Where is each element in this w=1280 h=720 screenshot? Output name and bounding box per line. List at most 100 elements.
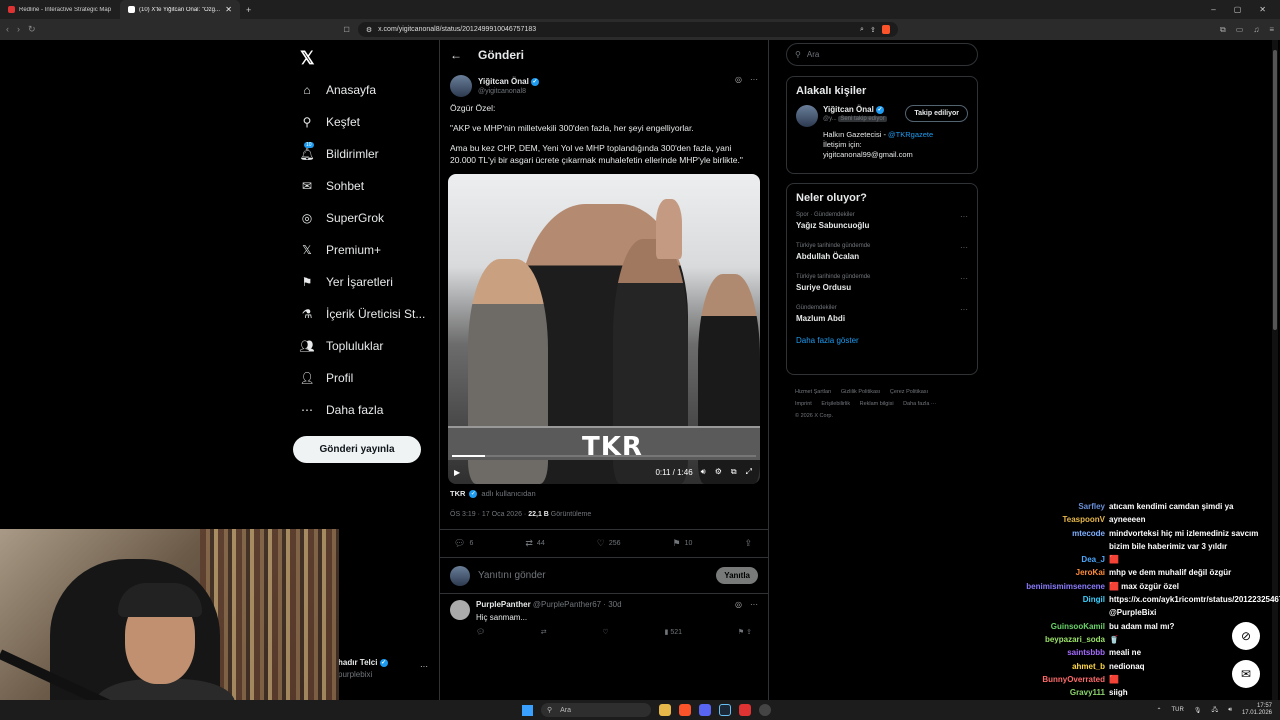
brave-shield-icon[interactable]	[881, 25, 890, 34]
post-timestamp[interactable]: ÖS 3:19 · 17 Oca 2026 ·	[450, 511, 526, 518]
nav-item-home[interactable]: ⌂ Anasayfa	[292, 74, 437, 106]
close-tab-icon[interactable]: ✕	[225, 5, 232, 14]
trend-item[interactable]: Spor · Gündemdekiler Yağız Sabuncuoğlu ·…	[796, 212, 968, 230]
extensions-icon[interactable]: ⧉	[1220, 25, 1226, 35]
zoom-icon[interactable]: ⌕	[860, 26, 864, 34]
avatar[interactable]	[450, 600, 470, 620]
browser-tab-x[interactable]: (10) X'te Yiğitcan Önal: "Özg... ✕	[120, 0, 240, 19]
nav-item-communities[interactable]: 👥︎ Topluluklar	[292, 330, 437, 362]
repost-action[interactable]: ⇄ 44	[525, 538, 544, 549]
address-bar[interactable]: ⚙ x.com/yigitcanonal8/status/20124999100…	[357, 22, 898, 37]
bookmark-action[interactable]: ⚑ 10	[673, 538, 693, 549]
brave-browser-icon[interactable]	[679, 704, 691, 716]
nav-item-more[interactable]: ⋯ Daha fazla	[292, 394, 437, 426]
chat-username[interactable]: Dea_J	[960, 553, 1105, 566]
reply-item[interactable]: PurplePanther @PurplePanther67 · 30d Hiç…	[440, 594, 768, 628]
related-name[interactable]: Yiğitcan Önal	[823, 105, 874, 114]
nav-item-profile[interactable]: 👤︎ Profil	[292, 362, 437, 394]
reply-icon[interactable]: 💬︎	[476, 628, 485, 636]
network-icon[interactable]: 🖧	[1211, 705, 1218, 715]
trend-more-icon[interactable]: ···	[960, 274, 968, 283]
chat-username[interactable]: TeaspoonV	[960, 513, 1105, 526]
nav-item-notifications[interactable]: 🔔︎ 10 Bildirimler	[292, 138, 437, 170]
reply-author-name[interactable]: PurplePanther	[476, 600, 531, 609]
taskbar-clock[interactable]: 17:57 17.01.2026	[1242, 703, 1272, 717]
chat-username[interactable]: mtecode	[960, 527, 1105, 554]
chat-username[interactable]: GuinsooKamil	[960, 620, 1105, 633]
source-user[interactable]: TKR	[450, 489, 465, 498]
wallet-icon[interactable]: ▭	[1236, 25, 1244, 35]
steam-icon[interactable]	[719, 704, 731, 716]
compass-icon[interactable]: ⊘	[1232, 622, 1260, 650]
footer-link[interactable]: Daha fazla ···	[903, 401, 936, 407]
grok-icon[interactable]: ◎	[735, 75, 742, 84]
input-language[interactable]: TUR	[1172, 707, 1184, 713]
trend-item[interactable]: Gündemdekiler Mazlum Abdi ···	[796, 305, 968, 323]
trend-item[interactable]: Türkiye tarihinde gündemde Abdullah Öcal…	[796, 243, 968, 261]
trend-more-icon[interactable]: ···	[960, 305, 968, 314]
author-name[interactable]: Yiğitcan Önal	[478, 77, 529, 86]
chat-username[interactable]: benimismimsencene	[960, 580, 1105, 593]
author-handle[interactable]: @yigitcanonal8	[478, 88, 539, 95]
x-logo-icon[interactable]: 𝕏	[300, 48, 437, 74]
trend-item[interactable]: Türkiye tarihinde gündemde Suriye Ordusu…	[796, 274, 968, 292]
back-arrow-icon[interactable]: ←	[450, 48, 462, 62]
mail-icon[interactable]: ✉	[1232, 660, 1260, 688]
bookmark-page-icon[interactable]: ☐	[344, 26, 350, 34]
windows-start-icon[interactable]	[522, 704, 533, 716]
nav-item-bookmarks[interactable]: ⚑ Yer İşaretleri	[292, 266, 437, 298]
more-icon[interactable]: ···	[750, 600, 758, 609]
related-person[interactable]: Yiğitcan Önal ✓ @y... Seni takip ediyor …	[796, 105, 968, 127]
media-icon[interactable]: ♫	[1253, 25, 1259, 35]
close-window-icon[interactable]: ✕	[1259, 5, 1266, 14]
like-action[interactable]: ♡ 256	[597, 538, 621, 549]
reply-button[interactable]: Yanıtla	[716, 567, 758, 584]
tray-expand-icon[interactable]: ⌃	[1156, 707, 1161, 714]
account-more-icon[interactable]: ···	[420, 662, 428, 671]
share-action[interactable]: ⇪	[744, 538, 752, 549]
footer-link[interactable]: Hizmet Şartları	[795, 389, 831, 395]
share-icon[interactable]: ⇪	[870, 26, 876, 34]
app-icon[interactable]	[739, 704, 751, 716]
footer-link[interactable]: Imprint	[795, 401, 812, 407]
reload-icon[interactable]: ↻	[28, 24, 36, 35]
url-text[interactable]: x.com/yigitcanonal8/status/2012499910046…	[378, 26, 854, 33]
nav-item-supergrok[interactable]: ◎ SuperGrok	[292, 202, 437, 234]
chat-username[interactable]: BunnyOverrated	[960, 673, 1105, 686]
volume-icon[interactable]: 🔊︎	[1228, 707, 1232, 714]
chat-username[interactable]: Dingil	[960, 593, 1105, 620]
maximize-icon[interactable]: ▢	[1234, 5, 1242, 14]
volume-icon[interactable]: 🔊︎	[701, 467, 706, 477]
video-player[interactable]: TKR ▶ 0:11 / 1:46 🔊︎ ⚙ ⧉ ⤢	[448, 174, 760, 484]
chat-username[interactable]: Sarfley	[960, 500, 1105, 513]
new-tab-button[interactable]: +	[240, 5, 257, 15]
chat-username[interactable]: saintsbbb	[960, 646, 1105, 659]
discord-icon[interactable]	[699, 704, 711, 716]
heart-icon[interactable]: ♡	[602, 628, 608, 636]
views-action[interactable]: ▮ 521	[665, 628, 683, 636]
footer-link[interactable]: Reklam bilgisi	[860, 401, 894, 407]
chat-username[interactable]: beypazari_soda	[960, 633, 1105, 646]
bookmark-icon[interactable]: ⚑ ⇪	[738, 628, 752, 636]
footer-link[interactable]: Erişilebilirlik	[821, 401, 850, 407]
grok-icon[interactable]: ◎	[735, 600, 742, 609]
follow-button[interactable]: Takip ediliyor	[905, 105, 968, 122]
scrollbar-thumb[interactable]	[1273, 50, 1277, 330]
fullscreen-icon[interactable]: ⤢	[746, 467, 752, 477]
reply-input[interactable]: Yanıtını gönder	[478, 570, 708, 581]
menu-icon[interactable]: ≡	[1269, 25, 1274, 35]
repost-icon[interactable]: ⇄	[541, 628, 547, 636]
more-icon[interactable]: ···	[750, 75, 758, 84]
trend-more-icon[interactable]: ···	[960, 243, 968, 252]
forward-icon[interactable]: ›	[17, 24, 20, 35]
browser-tab-redline[interactable]: Redline - Interactive Strategic Map	[0, 0, 120, 19]
nav-item-premium[interactable]: 𝕏 Premium+	[292, 234, 437, 266]
minimize-icon[interactable]: –	[1211, 5, 1215, 14]
video-progress-bar[interactable]	[452, 455, 756, 457]
obs-icon[interactable]	[759, 704, 771, 716]
post-button[interactable]: Gönderi yayınla	[293, 436, 421, 463]
taskbar-search[interactable]: ⚲ Ara	[541, 703, 651, 717]
trend-more-icon[interactable]: ···	[960, 212, 968, 221]
bio-link[interactable]: @TKRgazete	[888, 130, 933, 139]
show-more-link[interactable]: Daha fazla göster	[796, 336, 968, 345]
